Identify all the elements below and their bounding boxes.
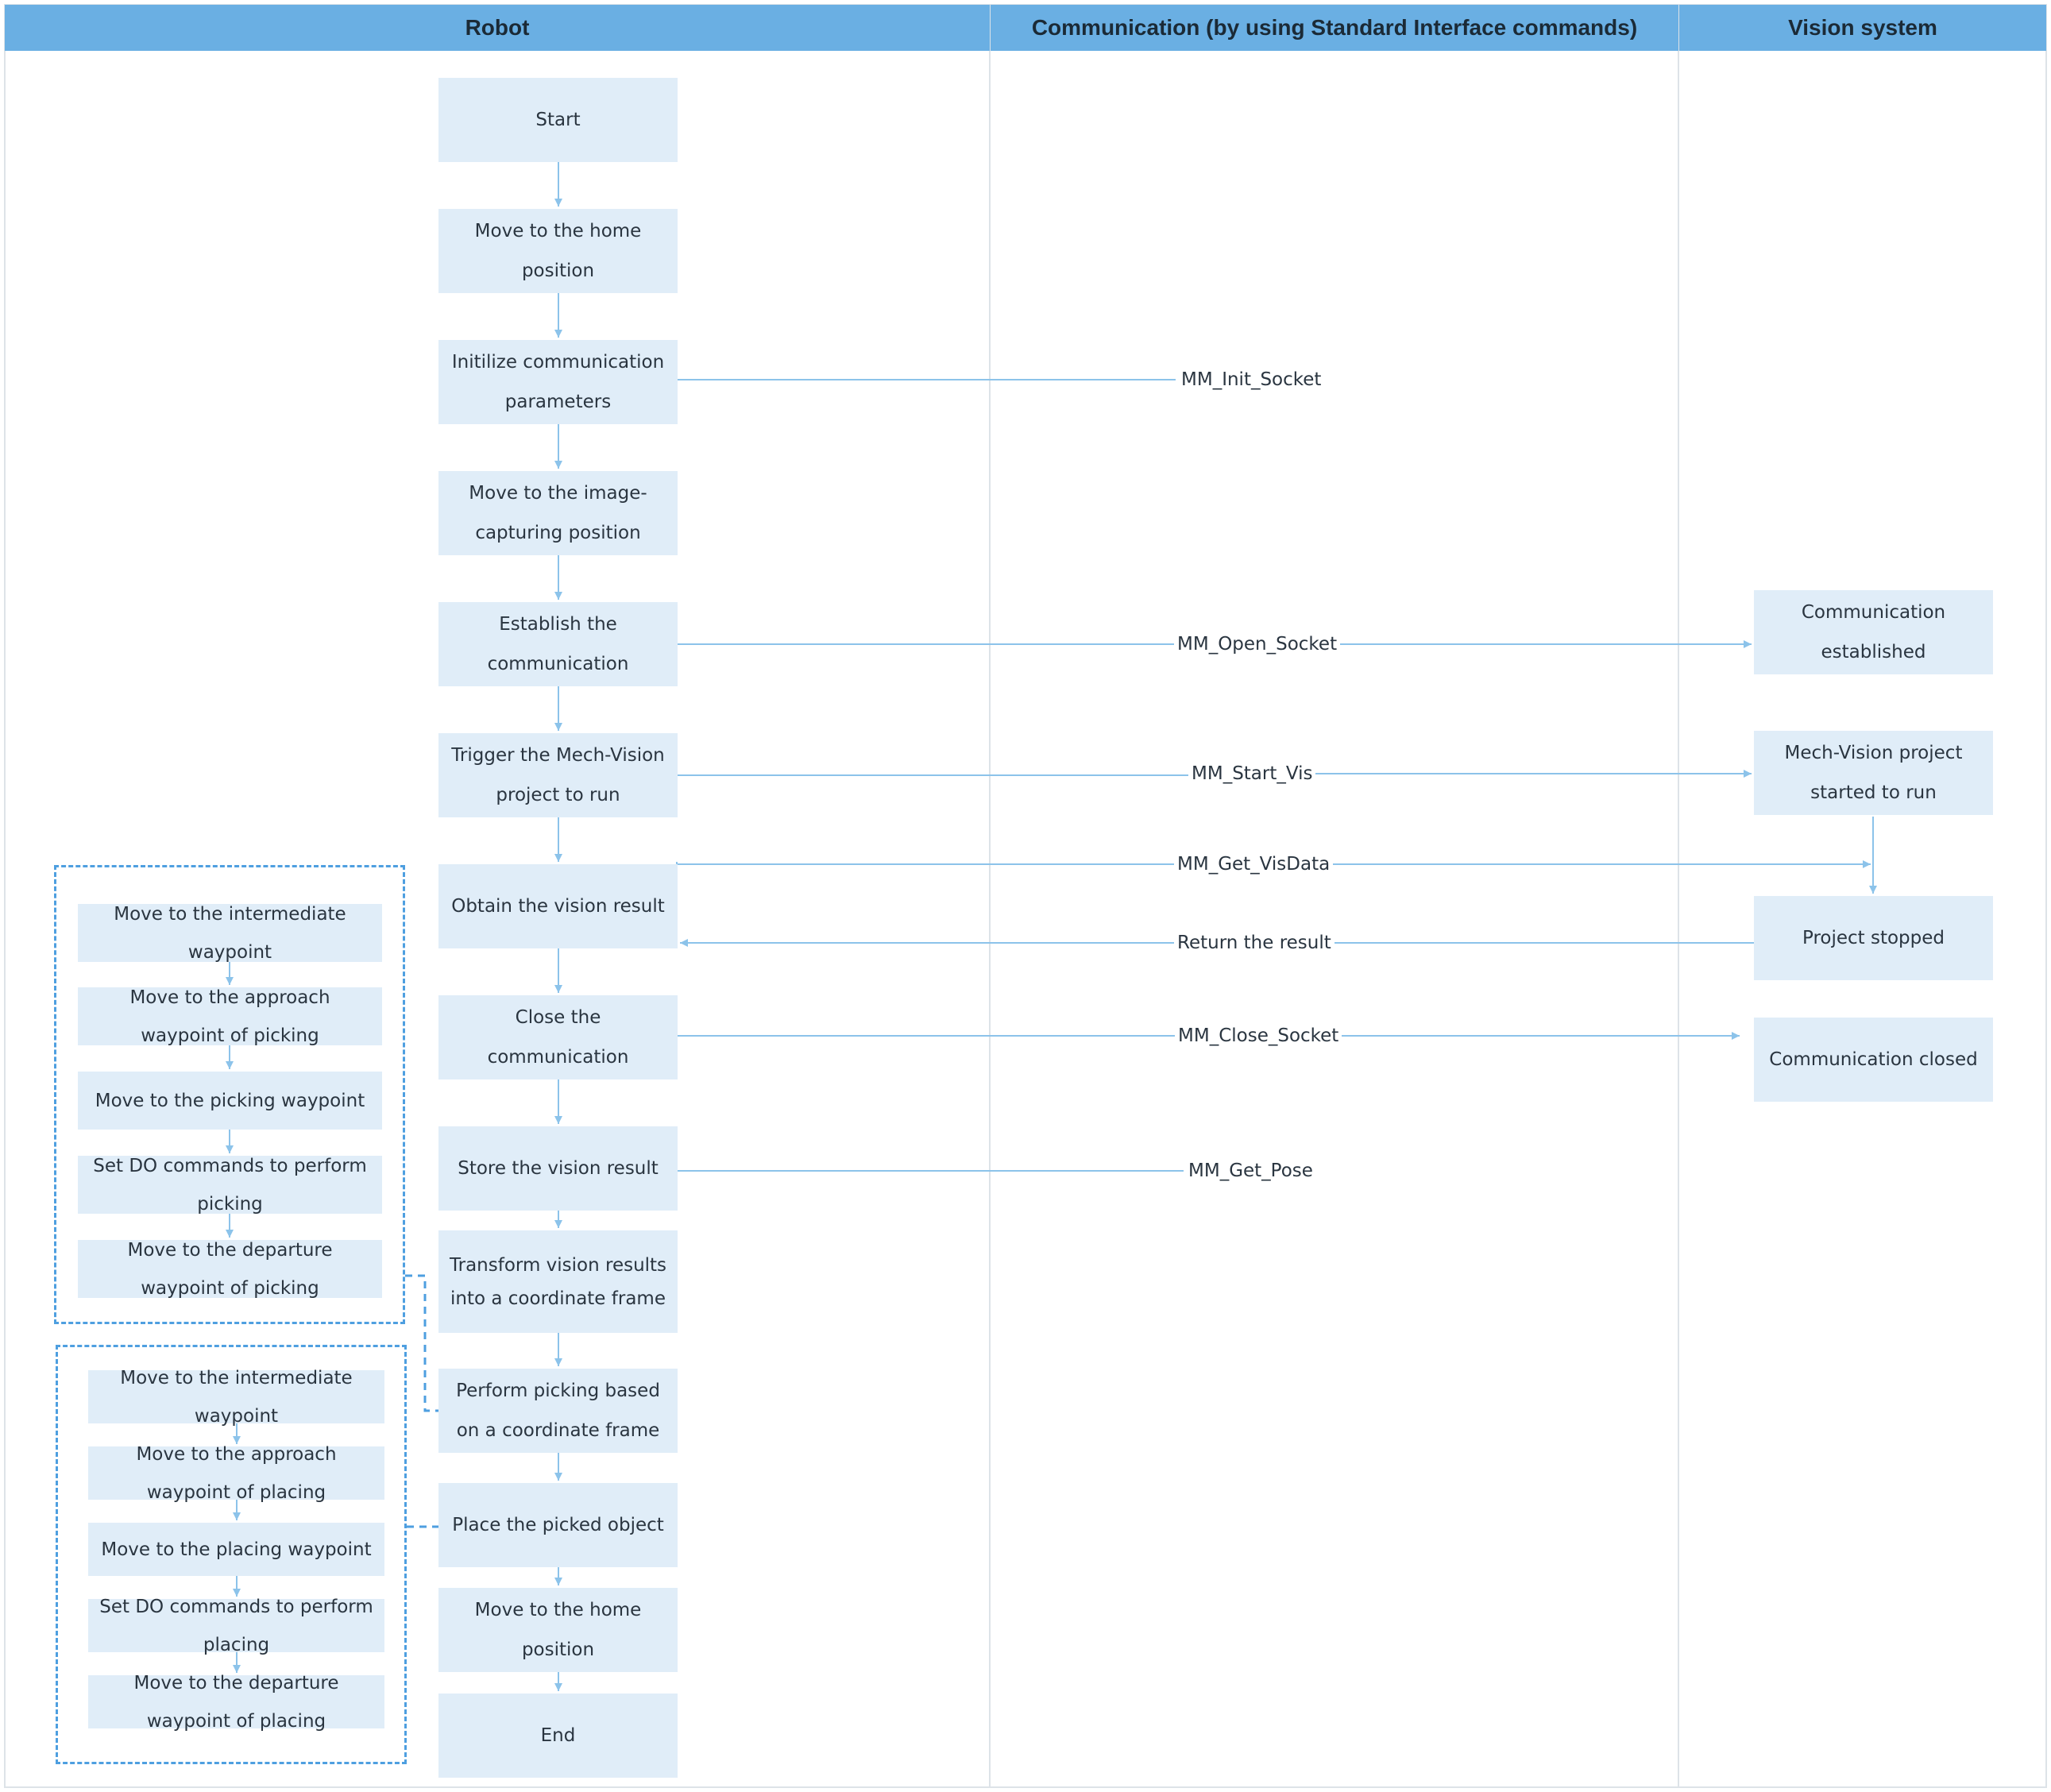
command-mm-get-visdata: MM_Get_VisData: [1174, 852, 1334, 876]
picking-substep-intermediate[interactable]: Move to the intermediate waypoint: [78, 904, 382, 963]
vision-communication-established[interactable]: Communication established: [1754, 590, 1993, 674]
picking-substep-set-do[interactable]: Set DO commands to perform picking: [78, 1156, 382, 1215]
header-vision-system: Vision system: [1679, 5, 2046, 51]
picking-substep-departure[interactable]: Move to the departure waypoint of pickin…: [78, 1240, 382, 1299]
step-perform-picking[interactable]: Perform picking based on a coordinate fr…: [438, 1369, 678, 1453]
command-mm-close-socket: MM_Close_Socket: [1175, 1024, 1342, 1048]
placing-substep-intermediate[interactable]: Move to the intermediate waypoint: [88, 1368, 384, 1427]
step-move-home[interactable]: Move to the home position: [438, 209, 678, 293]
picking-group-connector: [405, 1274, 438, 1412]
command-mm-open-socket: MM_Open_Socket: [1174, 632, 1341, 656]
placing-substep-set-do[interactable]: Set DO commands to perform placing: [88, 1597, 384, 1655]
step-close-communication[interactable]: Close the communication: [438, 995, 678, 1079]
step-init-communication[interactable]: Initilize communication parameters: [438, 340, 678, 424]
step-trigger-project[interactable]: Trigger the Mech-Vision project to run: [438, 733, 678, 817]
step-move-image-capturing[interactable]: Move to the image-capturing position: [438, 471, 678, 555]
header-robot: Robot: [5, 5, 990, 51]
vision-communication-closed[interactable]: Communication closed: [1754, 1018, 1993, 1102]
picking-substep-picking[interactable]: Move to the picking waypoint: [78, 1072, 382, 1130]
flowchart-canvas: Robot Communication (by using Standard I…: [0, 0, 2051, 1792]
step-end[interactable]: End: [438, 1694, 678, 1778]
label-return-result: Return the result: [1174, 931, 1335, 955]
picking-substep-approach[interactable]: Move to the approach waypoint of picking: [78, 987, 382, 1046]
header-communication: Communication (by using Standard Interfa…: [991, 5, 1678, 51]
step-store-vision-result[interactable]: Store the vision result: [438, 1126, 678, 1211]
vision-project-started[interactable]: Mech-Vision project started to run: [1754, 731, 1993, 815]
vision-project-stopped[interactable]: Project stopped: [1754, 896, 1993, 980]
step-obtain-vision-result[interactable]: Obtain the vision result: [438, 864, 678, 948]
step-move-home-final[interactable]: Move to the home position: [438, 1588, 678, 1672]
step-establish-communication[interactable]: Establish the communication: [438, 602, 678, 686]
placing-substep-approach[interactable]: Move to the approach waypoint of placing: [88, 1444, 384, 1503]
command-mm-get-pose: MM_Get_Pose: [1185, 1159, 1316, 1183]
placing-substep-departure[interactable]: Move to the departure waypoint of placin…: [88, 1673, 384, 1732]
step-place-object[interactable]: Place the picked object: [438, 1483, 678, 1567]
step-transform-results[interactable]: Transform vision results into a coordina…: [438, 1230, 678, 1333]
step-start[interactable]: Start: [438, 78, 678, 162]
placing-substep-placing[interactable]: Move to the placing waypoint: [88, 1523, 384, 1576]
command-mm-init-socket: MM_Init_Socket: [1178, 368, 1325, 392]
command-mm-start-vis: MM_Start_Vis: [1188, 762, 1316, 786]
